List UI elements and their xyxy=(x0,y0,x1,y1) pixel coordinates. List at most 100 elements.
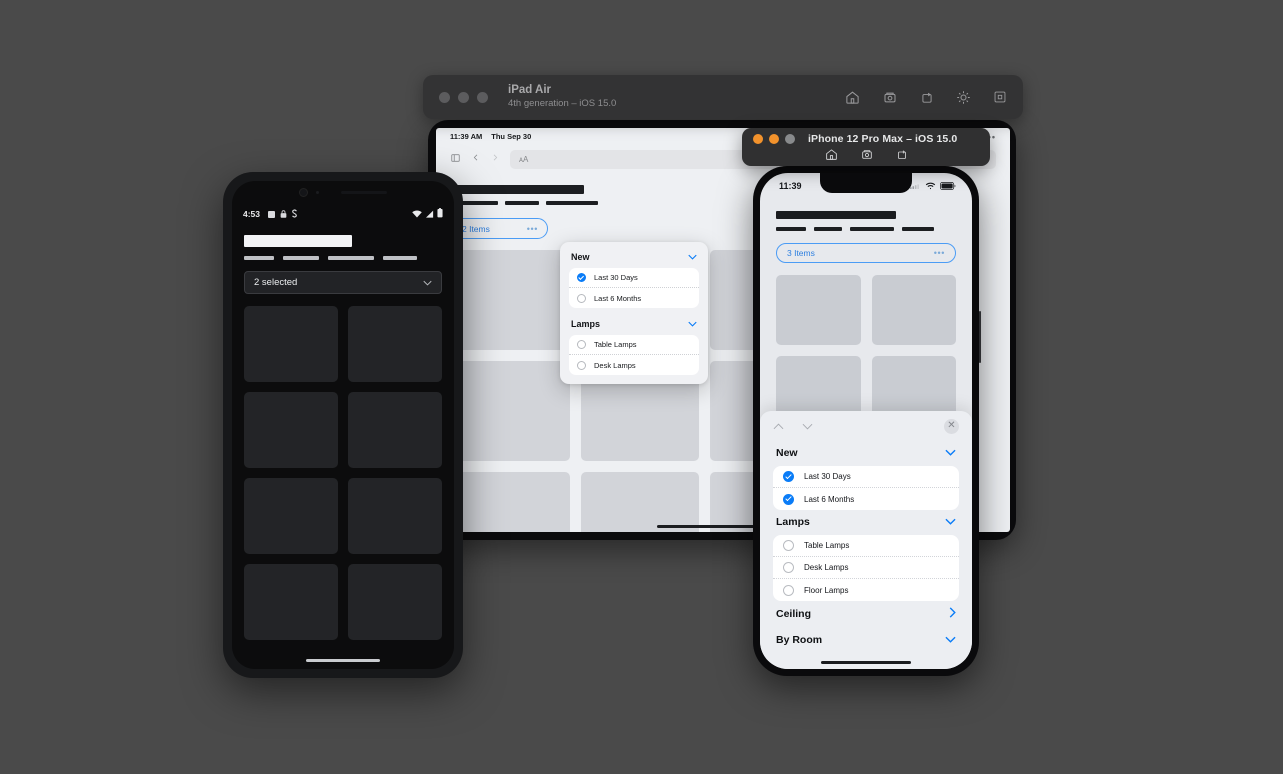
popover-options-lamps: Table Lamps Desk Lamps xyxy=(569,335,699,375)
sheet-option-row[interactable]: Floor Lamps xyxy=(773,579,959,601)
iphone-home-indicator[interactable] xyxy=(821,660,911,664)
chevron-down-icon[interactable] xyxy=(945,516,956,528)
lock-icon xyxy=(280,205,287,223)
sheet-section-header-ceiling[interactable]: Ceiling xyxy=(773,601,959,628)
redacted-chip xyxy=(546,201,598,205)
sheet-option-row[interactable]: Last 6 Months xyxy=(773,488,959,510)
radio-selected-icon[interactable] xyxy=(783,493,794,505)
ipad-status-date: Thu Sep 30 xyxy=(491,132,532,141)
ipad-traffic-lights[interactable] xyxy=(439,91,488,103)
android-front-camera xyxy=(299,188,387,197)
sheet-option-label: Table Lamps xyxy=(804,541,850,550)
close-icon[interactable] xyxy=(439,91,450,103)
popover-option-label: Last 6 Months xyxy=(594,293,642,303)
chevron-down-icon[interactable] xyxy=(423,278,432,288)
minimize-icon[interactable] xyxy=(769,134,779,144)
sheet-section-title: New xyxy=(776,447,798,459)
popover-section-header-lamps[interactable]: Lamps xyxy=(569,317,699,335)
sheet-section-header-lamps[interactable]: Lamps xyxy=(773,510,959,535)
placeholder-card[interactable] xyxy=(581,472,699,532)
placeholder-card[interactable] xyxy=(452,250,570,350)
battery-icon xyxy=(940,177,956,195)
sheet-option-label: Last 6 Months xyxy=(804,494,855,504)
redacted-chip xyxy=(328,256,374,260)
placeholder-card[interactable] xyxy=(452,472,570,532)
placeholder-card[interactable] xyxy=(776,275,861,345)
radio-icon[interactable] xyxy=(783,562,794,573)
radio-icon[interactable] xyxy=(577,360,586,370)
iphone-side-button[interactable] xyxy=(978,311,981,363)
earpiece-speaker xyxy=(341,191,387,194)
popover-option-row[interactable]: Last 6 Months xyxy=(569,288,699,308)
ipad-items-button[interactable]: 2 Items ••• xyxy=(452,218,548,239)
home-icon[interactable] xyxy=(825,148,838,166)
chevron-right-icon[interactable] xyxy=(949,607,956,621)
iphone-items-button[interactable]: 3 Items ••• xyxy=(776,243,956,263)
radio-icon[interactable] xyxy=(577,340,586,349)
chevron-right-icon[interactable] xyxy=(491,150,499,168)
sheet-section-header-new[interactable]: New xyxy=(773,441,959,466)
screenshot-icon[interactable] xyxy=(860,148,874,166)
sidebar-icon[interactable] xyxy=(450,150,461,168)
chevron-left-icon[interactable] xyxy=(472,150,480,168)
popover-option-row[interactable]: Table Lamps xyxy=(569,335,699,355)
popover-option-row[interactable]: Desk Lamps xyxy=(569,355,699,375)
sheet-option-label: Desk Lamps xyxy=(804,563,849,572)
chevron-down-icon[interactable] xyxy=(945,634,956,646)
chevron-down-icon[interactable] xyxy=(945,447,956,459)
ipad-items-button-more[interactable]: ••• xyxy=(527,224,538,234)
radio-icon[interactable] xyxy=(577,293,586,303)
android-home-indicator[interactable] xyxy=(306,659,380,662)
popover-options-new: Last 30 Days Last 6 Months xyxy=(569,268,699,308)
iphone-titlebar-row: iPhone 12 Pro Max – iOS 15.0 xyxy=(753,133,979,145)
text-size-icon[interactable]: ᴀA xyxy=(519,155,528,164)
sheet-option-row[interactable]: Desk Lamps xyxy=(773,557,959,579)
placeholder-card[interactable] xyxy=(244,392,338,468)
screenshot-icon[interactable] xyxy=(882,90,898,105)
iphone-card-grid xyxy=(776,275,956,426)
popover-section-header-new[interactable]: New xyxy=(569,250,699,268)
placeholder-card[interactable] xyxy=(244,306,338,382)
redacted-chip xyxy=(244,256,274,260)
redacted-chip xyxy=(383,256,417,260)
sheet-section-header-by-room[interactable]: By Room xyxy=(773,628,959,653)
brightness-icon[interactable] xyxy=(956,90,971,105)
placeholder-card[interactable] xyxy=(244,478,338,554)
close-icon[interactable]: ✕ xyxy=(944,418,959,434)
keyboard-icon[interactable] xyxy=(993,90,1007,104)
chevron-down-icon[interactable] xyxy=(802,417,813,435)
iphone-items-button-more[interactable]: ••• xyxy=(934,248,945,258)
android-multiselect-dropdown[interactable]: 2 selected xyxy=(244,271,442,294)
placeholder-card[interactable] xyxy=(348,478,442,554)
close-icon[interactable] xyxy=(753,134,763,144)
rotate-icon[interactable] xyxy=(896,148,908,166)
cellular-icon xyxy=(910,177,921,195)
placeholder-card[interactable] xyxy=(348,392,442,468)
home-icon[interactable] xyxy=(845,90,860,105)
popover-option-row[interactable]: Last 30 Days xyxy=(569,268,699,288)
radio-selected-icon[interactable] xyxy=(783,471,794,482)
radio-icon[interactable] xyxy=(783,540,794,551)
minimize-icon[interactable] xyxy=(458,91,469,103)
iphone-sheet-body: New Last 30 Days Last 6 Months Lamps Tab… xyxy=(760,441,972,669)
chevron-up-icon[interactable] xyxy=(773,417,784,435)
maximize-icon[interactable] xyxy=(785,134,795,144)
placeholder-card[interactable] xyxy=(348,564,442,640)
placeholder-card[interactable] xyxy=(348,306,442,382)
maximize-icon[interactable] xyxy=(477,91,488,103)
chevron-down-icon[interactable] xyxy=(688,252,697,262)
redacted-chip xyxy=(283,256,319,260)
radio-icon[interactable] xyxy=(783,584,794,596)
android-page-content: 2 selected xyxy=(232,225,454,669)
placeholder-card[interactable] xyxy=(452,361,570,461)
android-status-left-icons xyxy=(268,205,298,223)
placeholder-card[interactable] xyxy=(871,275,956,345)
chevron-down-icon[interactable] xyxy=(688,319,697,329)
sheet-option-row[interactable]: Table Lamps xyxy=(773,535,959,557)
ipad-redacted-title xyxy=(452,185,584,194)
rotate-icon[interactable] xyxy=(920,90,934,105)
screenshot-stage: iPad Air 4th generation – iOS 15.0 11:39… xyxy=(0,0,1283,774)
sheet-option-row[interactable]: Last 30 Days xyxy=(773,466,959,488)
placeholder-card[interactable] xyxy=(244,564,338,640)
radio-selected-icon[interactable] xyxy=(577,273,586,282)
